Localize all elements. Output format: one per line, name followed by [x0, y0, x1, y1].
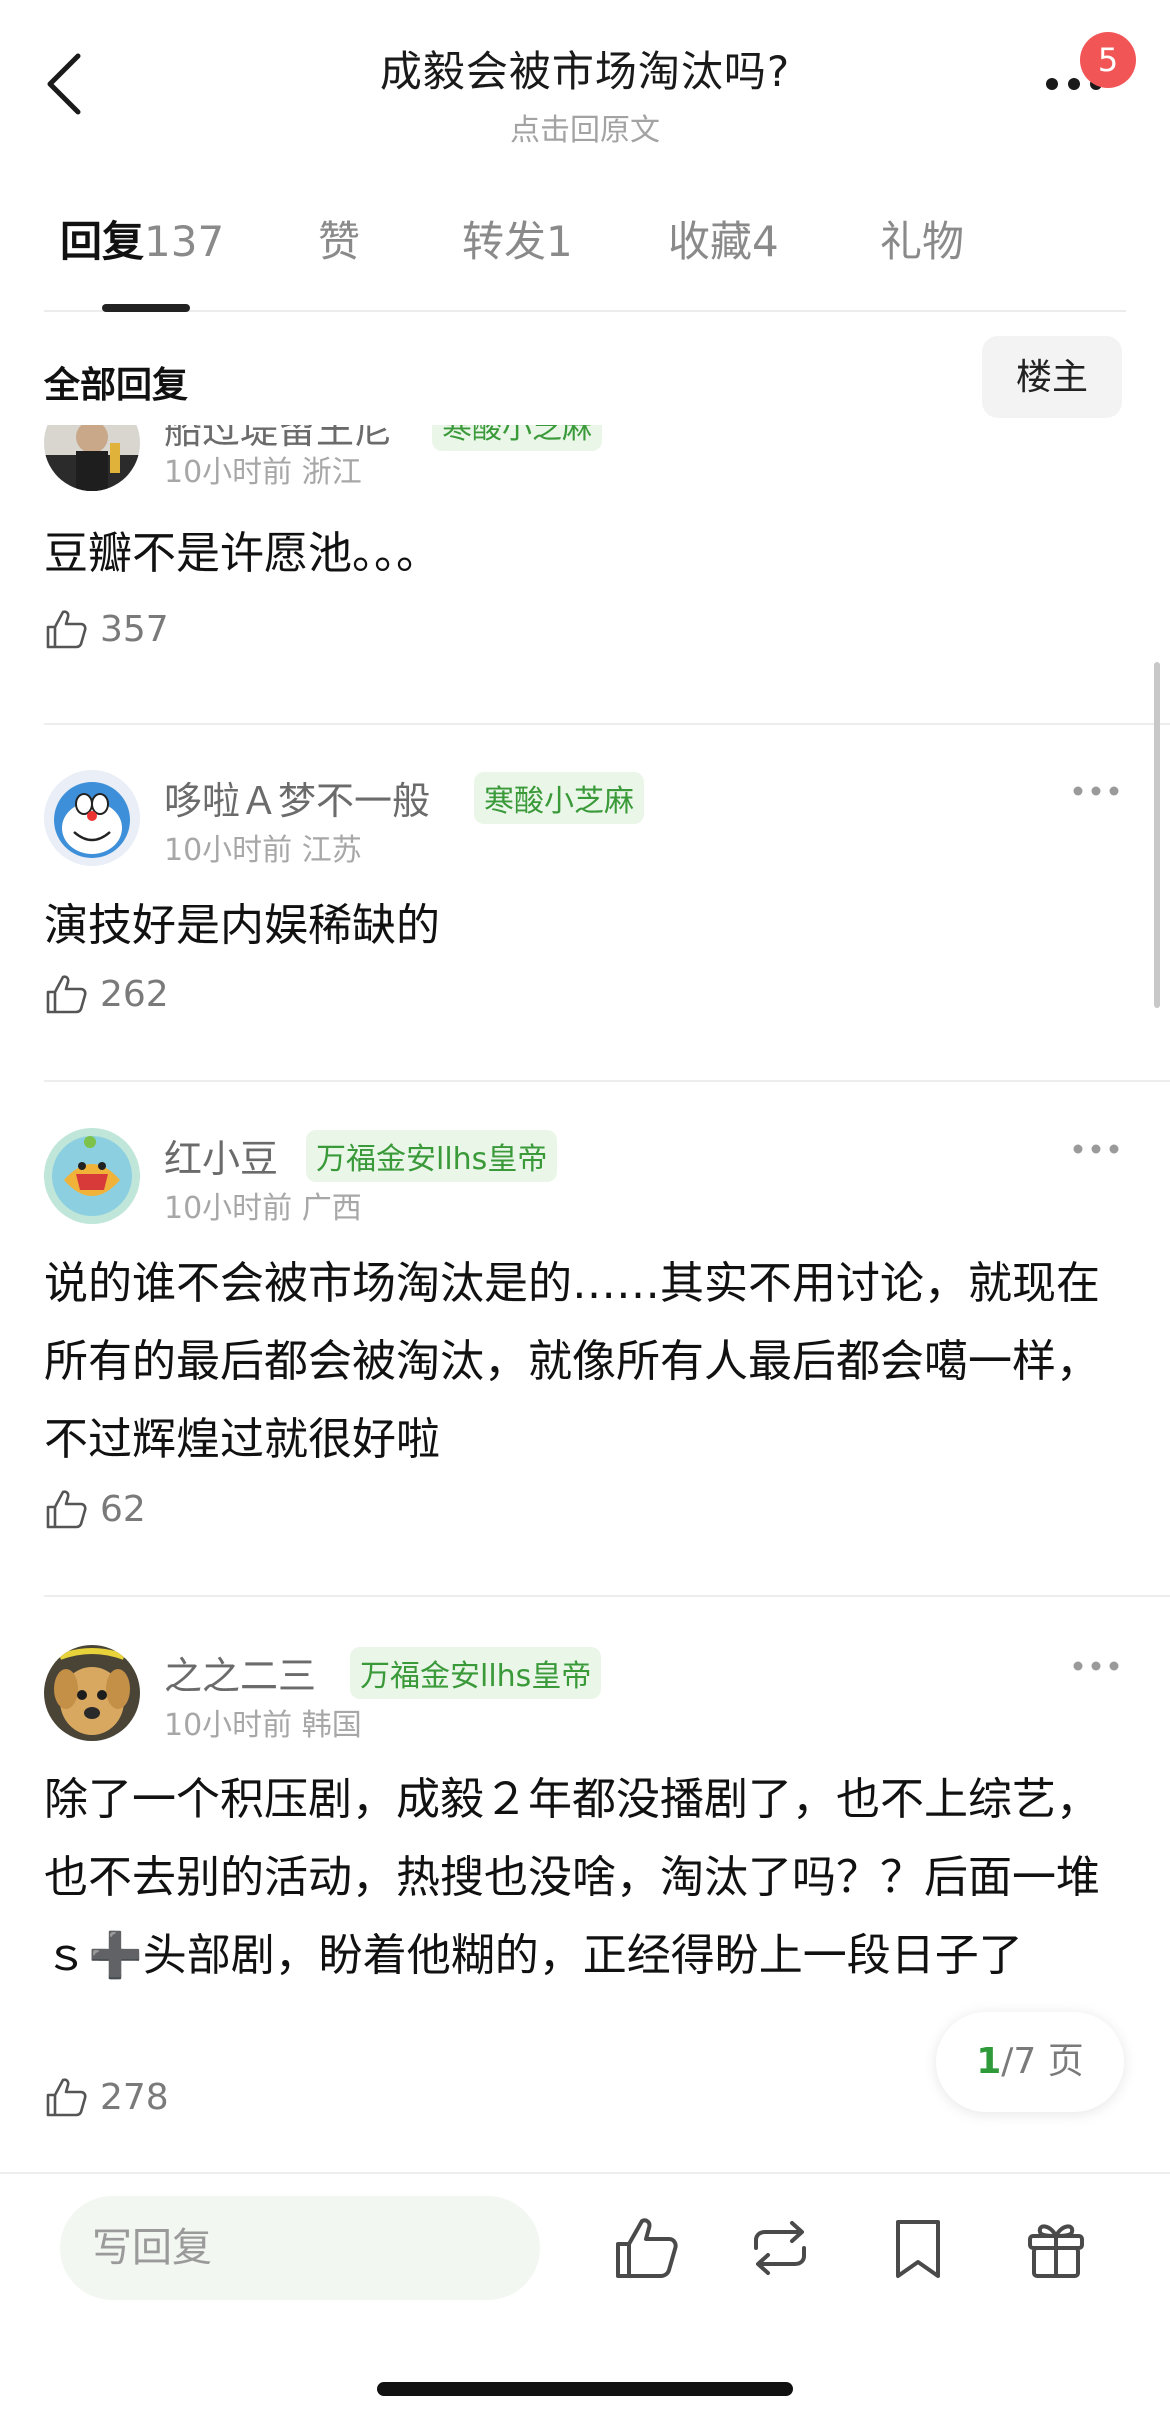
comment-more-icon[interactable] [1072, 783, 1120, 799]
user-badge: 寒酸小芝麻 [474, 772, 644, 824]
active-tab-indicator [102, 304, 190, 312]
comment-divider [44, 1080, 1170, 1082]
comment-meta: 10小时前 浙江 [164, 447, 362, 491]
header-title-area[interactable]: 成毅会被市场淘汰吗? 点击回原文 [0, 38, 1170, 149]
bookmark-icon[interactable] [884, 2214, 952, 2282]
repost-icon[interactable] [746, 2214, 814, 2282]
tab-reposts[interactable]: 转发1 [462, 208, 573, 269]
current-page: 1 [976, 2041, 1002, 2082]
tab-favorites[interactable]: 收藏4 [668, 208, 779, 269]
avatar[interactable] [44, 1645, 140, 1741]
comment-body: 豆瓣不是许愿池。。。 [44, 528, 440, 579]
user-badge: 万福金安llhs皇帝 [350, 1647, 602, 1699]
page-title: 成毅会被市场淘汰吗? [379, 47, 791, 96]
tabs-divider [44, 310, 1126, 312]
section-title: 全部回复 [44, 365, 189, 406]
thumbs-up-icon[interactable] [612, 2214, 680, 2282]
thumbs-up-icon [46, 610, 87, 649]
comment-meta: 10小时前 江苏 [164, 825, 362, 869]
user-badge: 寒酸小芝麻 [432, 425, 602, 451]
tab-gifts[interactable]: 礼物 [880, 208, 964, 269]
comment-list[interactable]: 船过堤留王尼 寒酸小芝麻 10小时前 浙江 豆瓣不是许愿池。。。 357 哆啦Ａ… [0, 425, 1170, 2165]
comment-location: 浙江 [301, 455, 362, 490]
commenter-name[interactable]: 红小豆 [164, 1128, 278, 1183]
comment-location: 韩国 [301, 1708, 362, 1743]
back-to-original-link[interactable]: 点击回原文 [0, 105, 1170, 149]
comment-divider [44, 1595, 1170, 1597]
commenter-name[interactable]: 之之二三 [164, 1645, 316, 1700]
tab-likes[interactable]: 赞 [318, 208, 360, 269]
tab-replies[interactable]: 回复137 [60, 208, 224, 269]
comment-meta: 10小时前 韩国 [164, 1700, 362, 1744]
home-indicator [377, 2382, 793, 2396]
comment-time: 10小时前 [164, 1191, 293, 1226]
tab-label: 赞 [318, 217, 361, 266]
like-count: 357 [100, 609, 169, 650]
comment-time: 10小时前 [164, 1708, 293, 1743]
tab-label: 回复 [60, 217, 145, 266]
thumbs-up-icon [46, 1490, 87, 1529]
tab-label: 转发 [462, 217, 547, 266]
op-only-filter-button[interactable]: 楼主 [982, 336, 1122, 418]
tab-count: 4 [752, 217, 779, 266]
comment-body: 说的谁不会被市场淘汰是的……其实不用讨论，就现在所有的最后都会被淘汰，就像所有人… [44, 1258, 1100, 1465]
thumbs-up-icon [46, 975, 87, 1014]
avatar[interactable] [44, 1128, 140, 1224]
comment-time: 10小时前 [164, 455, 293, 490]
comment-more-icon[interactable] [1072, 1658, 1120, 1674]
thumbs-up-icon [46, 2078, 87, 2117]
tab-label: 礼物 [880, 217, 965, 266]
comment-more-icon[interactable] [1072, 1141, 1120, 1157]
avatar[interactable] [44, 770, 140, 866]
notification-badge: 5 [1080, 32, 1136, 88]
comment-body: 除了一个积压剧，成毅２年都没播剧了，也不上综艺，也不去别的活动，热搜也没啥，淘汰… [44, 1774, 1100, 1981]
total-pages: /7 页 [1001, 2041, 1084, 2082]
like-count: 278 [100, 2077, 169, 2118]
tab-count: 137 [144, 217, 225, 266]
comment-divider [44, 723, 1170, 725]
comment-body: 演技好是内娱稀缺的 [44, 900, 440, 951]
like-count: 262 [100, 974, 169, 1015]
tab-bar: 回复137 赞 转发1 收藏4 礼物 [0, 208, 1170, 318]
comment-meta: 10小时前 广西 [164, 1183, 362, 1227]
tab-count: 1 [546, 217, 573, 266]
commenter-name[interactable]: 哆啦Ａ梦不一般 [164, 770, 430, 825]
user-badge: 万福金安llhs皇帝 [306, 1130, 558, 1182]
gift-icon[interactable] [1022, 2214, 1090, 2282]
like-count: 62 [100, 1489, 146, 1530]
avatar[interactable] [44, 425, 140, 491]
page-indicator[interactable]: 1/7 页 [936, 2012, 1124, 2112]
bottom-bar-divider [0, 2172, 1170, 2174]
comment-location: 广西 [301, 1191, 362, 1226]
scrollbar[interactable] [1154, 662, 1160, 1008]
tab-label: 收藏 [668, 217, 753, 266]
comment-location: 江苏 [301, 833, 362, 868]
comment-time: 10小时前 [164, 833, 293, 868]
reply-input[interactable]: 写回复 [60, 2196, 540, 2300]
